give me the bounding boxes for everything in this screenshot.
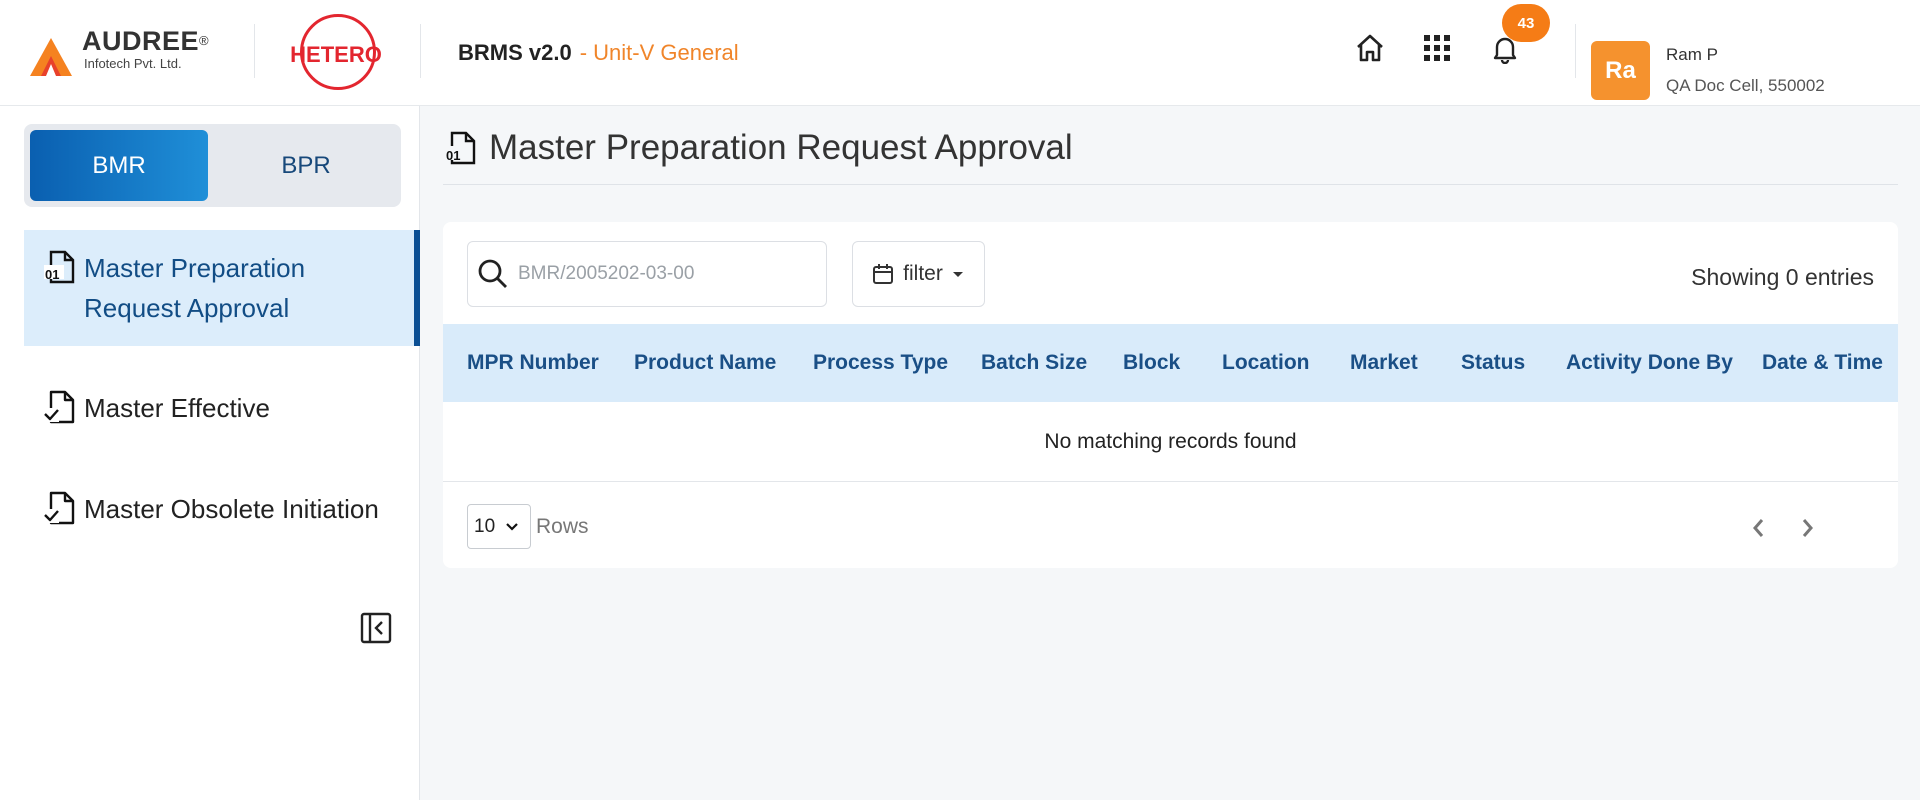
apps-grid-icon[interactable] [1419,30,1455,66]
column-header[interactable]: Block [1123,351,1180,375]
svg-text:01: 01 [446,148,460,163]
brand-subtitle: Infotech Pvt. Ltd. [84,56,182,71]
column-header[interactable]: Location [1222,351,1310,375]
calendar-icon [873,264,894,284]
table-card: filter Showing 0 entries MPR Number Prod… [443,222,1898,568]
empty-message: No matching records found [443,402,1898,482]
chevron-right-icon[interactable] [1793,514,1821,542]
registered-mark: ® [199,33,210,48]
table-header: MPR Number Product Name Process Type Bat… [443,324,1898,402]
header-divider [420,24,421,78]
search-icon [478,259,507,288]
caret-down-icon [952,272,963,277]
sidebar: BMR BPR 01 Master Preparation Request Ap… [0,106,420,800]
bmr-bpr-toggle: BMR BPR [24,124,401,207]
app-name: BRMS v2.0 [458,40,572,65]
entries-count: Showing 0 entries [1691,264,1874,290]
column-header[interactable]: MPR Number [467,351,599,375]
top-header: AUDREE® Infotech Pvt. Ltd. HETERO BRMS v… [0,0,1920,106]
client-name: HETERO [290,42,382,67]
header-divider [254,24,255,78]
user-name: Ram P [1666,45,1718,64]
divider [443,184,1898,185]
page-header: 01 Master Preparation Request Approval [443,128,1073,168]
column-header[interactable]: Status [1461,351,1525,375]
toggle-bmr-button[interactable]: BMR [30,130,208,201]
chevron-down-icon [506,522,518,531]
toggle-bpr-button[interactable]: BPR [217,130,395,201]
column-header[interactable]: Market [1350,351,1418,375]
collapse-sidebar-icon[interactable] [360,612,392,644]
brand-name: AUDREE [82,26,200,56]
column-header[interactable]: Activity Done By [1566,351,1733,375]
column-header[interactable]: Product Name [634,351,776,375]
svg-text:01: 01 [45,267,59,282]
search-box [467,241,827,307]
unit-name: - Unit-V General [579,40,739,65]
filter-button[interactable]: filter [852,241,985,307]
hetero-logo: HETERO [290,14,382,92]
filter-label: filter [903,262,943,285]
sidebar-item-label: Master Preparation [84,253,306,283]
rows-label: Rows [536,515,589,538]
sidebar-item-master-obsolete-initiation[interactable]: Master Obsolete Initiation [24,489,420,541]
chevron-left-icon[interactable] [1745,514,1773,542]
avatar[interactable]: Ra [1591,41,1650,100]
header-divider [1575,24,1576,78]
page-title: Master Preparation Request Approval [489,128,1073,167]
rows-per-page-value: 10 [474,515,496,537]
file-binary-icon: 01 [44,250,75,284]
app-title: BRMS v2.0 - Unit-V General [458,40,739,66]
file-check-icon [43,390,75,424]
audree-logo-icon [28,34,74,80]
sidebar-item-master-preparation-request-approval[interactable]: 01 Master Preparation Request Approval [24,230,420,346]
column-header[interactable]: Batch Size [981,351,1087,375]
file-binary-icon: 01 [445,131,476,165]
user-role: QA Doc Cell, 550002 [1666,76,1825,95]
column-header[interactable]: Date & Time [1762,351,1883,375]
sidebar-item-label: Request Approval [84,293,290,323]
rows-per-page-select[interactable]: 10 [467,504,531,549]
home-icon[interactable] [1352,30,1388,66]
sidebar-item-label: Master Obsolete Initiation [84,494,379,524]
sidebar-item-label: Master Effective [84,393,270,423]
sidebar-item-master-effective[interactable]: Master Effective [24,388,420,440]
file-check-icon [43,491,75,525]
column-header[interactable]: Process Type [813,351,948,375]
audree-logo: AUDREE® Infotech Pvt. Ltd. [28,26,209,80]
search-input[interactable] [518,263,818,285]
notification-badge: 43 [1502,4,1550,42]
